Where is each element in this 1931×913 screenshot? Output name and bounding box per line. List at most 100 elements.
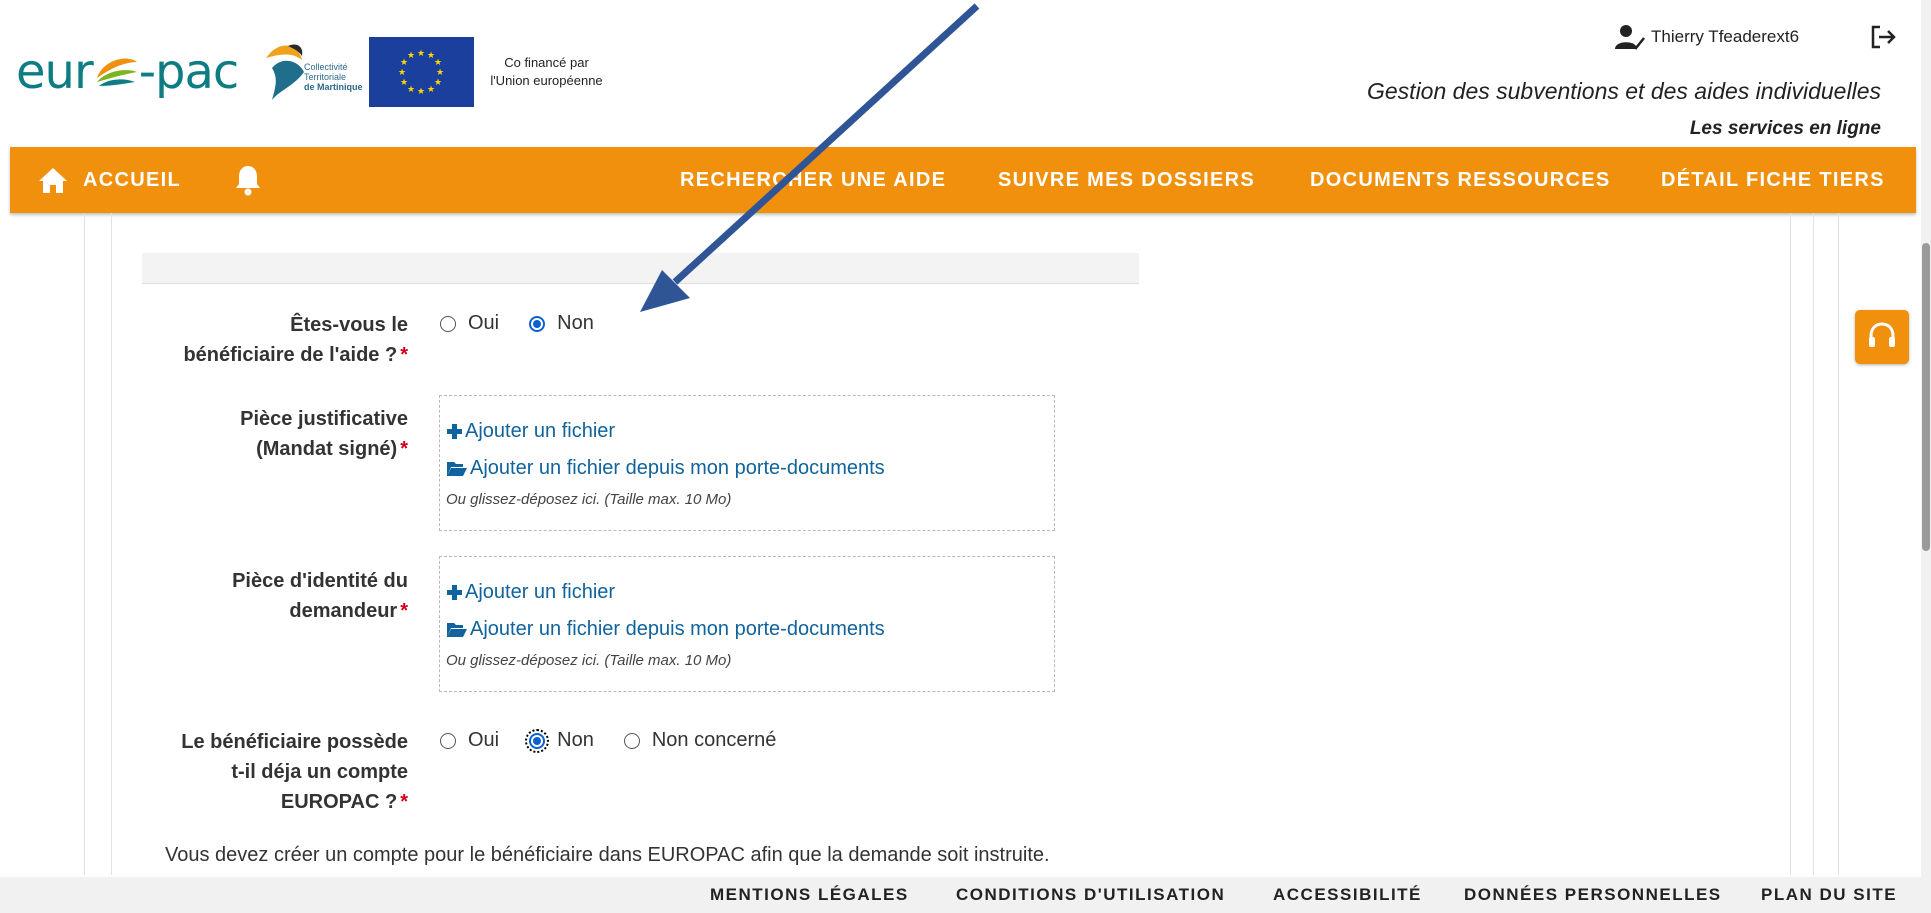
- logo-text-right: -pac: [138, 44, 240, 100]
- radio-button-checked[interactable]: [529, 315, 546, 332]
- nav-resource-docs[interactable]: DOCUMENTS RESSOURCES: [1310, 147, 1610, 213]
- help-button[interactable]: [1855, 310, 1909, 364]
- svg-text:★: ★: [434, 78, 442, 88]
- eu-caption-line-1: Co financé par: [504, 55, 589, 70]
- plus-icon: [447, 585, 462, 600]
- logo-text-left: eur: [16, 44, 94, 100]
- label-line: Pièce justificative: [240, 408, 408, 430]
- radio-button[interactable]: [440, 315, 456, 332]
- nav-tiers-detail[interactable]: DÉTAIL FICHE TIERS: [1661, 147, 1885, 213]
- user-check-icon: [1615, 25, 1645, 50]
- label-line: Êtes-vous le: [290, 314, 408, 336]
- nav-search-aid[interactable]: RECHERCHER UNE AIDE: [680, 147, 946, 213]
- account-creation-notice: Vous devez créer un compte pour le bénéf…: [165, 844, 1050, 866]
- footer-privacy-link[interactable]: DONNÉES PERSONNELLES: [1464, 877, 1722, 913]
- radio-button[interactable]: [440, 732, 456, 749]
- footer-sitemap-link[interactable]: PLAN DU SITE: [1761, 877, 1897, 913]
- radio-label: Oui: [468, 729, 500, 751]
- europac-account-radio-group: Oui Non Non concerné: [440, 728, 806, 753]
- home-icon[interactable]: [38, 166, 68, 194]
- identity-document-label: Pièce d'identité du demandeur *: [148, 566, 408, 626]
- nav-follow-files[interactable]: SUIVRE MES DOSSIERS: [998, 147, 1255, 213]
- plus-icon: [447, 424, 462, 439]
- beneficiary-question-label: Êtes-vous le bénéficiaire de l'aide ? *: [148, 310, 408, 370]
- eu-caption: Co financé par l'Union européenne: [484, 54, 609, 90]
- radio-oui[interactable]: Oui: [440, 312, 499, 335]
- required-mark: *: [400, 791, 408, 813]
- services-subtitle: Les services en ligne: [1689, 118, 1881, 139]
- beneficiary-radio-group: Oui Non: [440, 312, 624, 335]
- svg-text:★: ★: [407, 85, 415, 95]
- mandate-dropzone[interactable]: Ajouter un fichier Ajouter un fichier de…: [439, 395, 1055, 531]
- radio-button-checked[interactable]: [525, 728, 550, 753]
- footer-terms-link[interactable]: CONDITIONS D'UTILISATION: [956, 877, 1225, 913]
- add-file-link[interactable]: Ajouter un fichier: [446, 581, 615, 604]
- svg-text:★: ★: [436, 68, 444, 78]
- logout-icon[interactable]: [1868, 22, 1898, 52]
- add-file-link[interactable]: Ajouter un fichier: [446, 420, 615, 443]
- ctm-line-2: Territoriale: [304, 72, 347, 82]
- label-line: bénéficiaire de l'aide ?: [183, 344, 398, 366]
- eu-flag-logo: ★ ★ ★ ★ ★ ★ ★ ★ ★ ★ ★ ★: [369, 37, 474, 107]
- headset-icon: [1869, 322, 1895, 347]
- identity-dropzone[interactable]: Ajouter un fichier Ajouter un fichier de…: [439, 556, 1055, 692]
- add-from-docs-link[interactable]: Ajouter un fichier depuis mon porte-docu…: [446, 457, 885, 480]
- label-line: Le bénéficiaire possède: [181, 731, 408, 753]
- radio-non-concerne[interactable]: Non concerné: [623, 729, 777, 752]
- label-line: t-il déja un compte: [231, 761, 408, 783]
- scrollbar-thumb[interactable]: [1922, 243, 1930, 551]
- radio-label: Oui: [468, 312, 500, 334]
- radio-label: Non: [557, 312, 594, 334]
- user-menu[interactable]: Thierry Tfeaderext6: [1615, 24, 1799, 50]
- nav-home[interactable]: ACCUEIL: [83, 147, 181, 213]
- folder-open-icon: [447, 623, 467, 637]
- logo-leaf-icon: [96, 58, 137, 86]
- ctm-line-1: Collectivité: [304, 62, 348, 72]
- footer-legal-link[interactable]: MENTIONS LÉGALES: [710, 877, 909, 913]
- bell-icon[interactable]: [234, 164, 262, 196]
- add-from-docs-link[interactable]: Ajouter un fichier depuis mon porte-docu…: [446, 618, 885, 641]
- footer: MENTIONS LÉGALES CONDITIONS D'UTILISATIO…: [0, 877, 1921, 913]
- eu-stars-icon: ★ ★★ ★★★ ★★★ ★★★: [398, 49, 444, 97]
- user-name: Thierry Tfeaderext6: [1651, 27, 1800, 46]
- label-line: Pièce d'identité du: [232, 570, 408, 592]
- svg-text:★: ★: [398, 68, 406, 78]
- frame-border: [1790, 213, 1791, 875]
- radio-oui[interactable]: Oui: [440, 729, 499, 752]
- radio-button[interactable]: [623, 732, 640, 749]
- folder-open-icon: [447, 462, 467, 476]
- svg-text:★: ★: [427, 85, 435, 95]
- svg-text:★: ★: [407, 51, 415, 61]
- label-line: (Mandat signé): [256, 438, 398, 460]
- header: eur -pac Collectivité Territoriale de Ma…: [0, 0, 1931, 147]
- required-mark: *: [400, 344, 408, 366]
- section-header-bar: [142, 253, 1139, 284]
- add-from-docs-text: Ajouter un fichier depuis mon porte-docu…: [470, 618, 885, 640]
- radio-non[interactable]: Non: [525, 728, 594, 753]
- radio-non[interactable]: Non: [529, 312, 594, 335]
- dropzone-hint: Ou glissez-déposez ici. (Taille max. 10 …: [446, 491, 732, 508]
- svg-text:★: ★: [400, 78, 408, 88]
- dropzone-hint: Ou glissez-déposez ici. (Taille max. 10 …: [446, 652, 732, 669]
- frame-border: [111, 213, 112, 875]
- required-mark: *: [400, 600, 408, 622]
- main-nav: ACCUEIL RECHERCHER UNE AIDE SUIVRE MES D…: [10, 147, 1916, 213]
- label-line: EUROPAC ?: [280, 791, 398, 813]
- svg-text:★: ★: [434, 58, 442, 68]
- eu-caption-line-2: l'Union européenne: [490, 73, 603, 88]
- required-mark: *: [400, 438, 408, 460]
- radio-label: Non: [557, 729, 594, 751]
- label-line: demandeur: [289, 600, 398, 622]
- frame-border: [1838, 213, 1839, 875]
- frame-border: [1813, 213, 1814, 875]
- europac-account-question-label: Le bénéficiaire possède t-il déja un com…: [148, 727, 408, 817]
- svg-text:★: ★: [417, 49, 425, 59]
- europac-logo[interactable]: eur -pac: [16, 44, 240, 100]
- add-file-text: Ajouter un fichier: [465, 581, 616, 603]
- site-tagline: Gestion des subventions et des aides ind…: [1367, 78, 1881, 104]
- svg-text:★: ★: [417, 87, 425, 97]
- mandate-document-label: Pièce justificative (Mandat signé) *: [148, 404, 408, 464]
- radio-label: Non concerné: [651, 729, 777, 751]
- add-file-text: Ajouter un fichier: [465, 420, 616, 442]
- footer-accessibility-link[interactable]: ACCESSIBILITÉ: [1273, 877, 1422, 913]
